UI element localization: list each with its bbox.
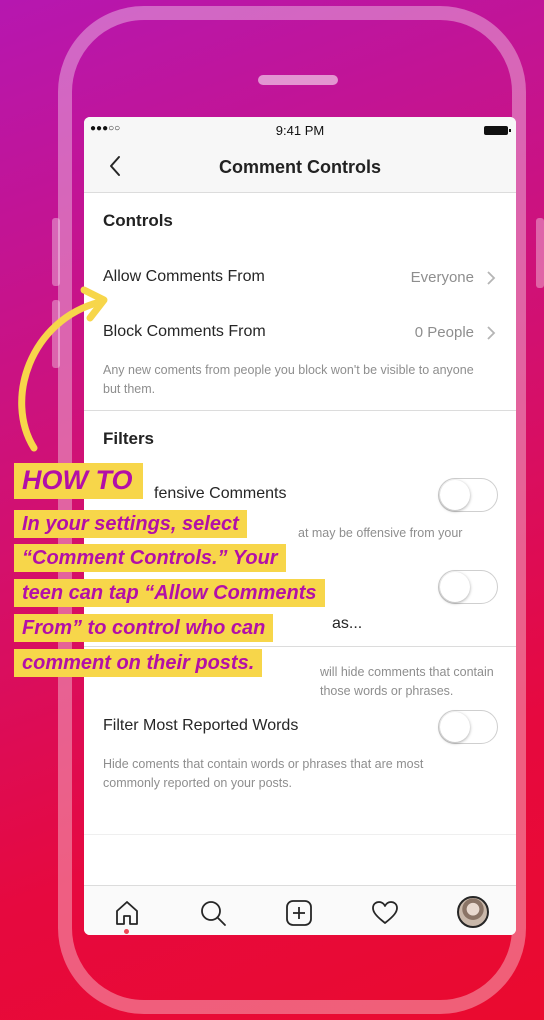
section-divider bbox=[84, 834, 516, 835]
notification-dot bbox=[124, 929, 129, 934]
tab-new-post[interactable] bbox=[284, 898, 314, 928]
manual-filter-label: as... bbox=[332, 615, 363, 632]
howto-line: teen can tap “Allow Comments bbox=[14, 579, 325, 607]
manual-filter-toggle[interactable] bbox=[438, 570, 498, 604]
allow-comments-value: Everyone bbox=[410, 269, 474, 286]
toggle-knob bbox=[440, 712, 470, 742]
search-icon bbox=[201, 901, 226, 926]
controls-section-title: Controls bbox=[103, 211, 173, 230]
howto-title: HOW TO bbox=[14, 463, 143, 499]
howto-line: comment on their posts. bbox=[14, 649, 263, 677]
section-divider bbox=[84, 646, 516, 647]
phone-speaker bbox=[258, 75, 338, 85]
most-reported-toggle[interactable] bbox=[438, 710, 498, 744]
tab-home[interactable] bbox=[112, 898, 142, 928]
add-post-icon bbox=[286, 900, 312, 926]
section-divider bbox=[84, 410, 516, 411]
manual-filter-description: will hide comments that contain those wo… bbox=[320, 665, 494, 698]
tab-search[interactable] bbox=[198, 898, 228, 928]
status-bar: ●●●○○ 9:41 PM bbox=[84, 117, 516, 143]
chevron-right-icon bbox=[487, 271, 496, 285]
toggle-knob bbox=[440, 480, 470, 510]
phone-volume-up bbox=[52, 218, 60, 286]
chevron-right-icon bbox=[487, 326, 496, 340]
tab-activity[interactable] bbox=[370, 898, 400, 928]
phone-power-button bbox=[536, 218, 544, 288]
most-reported-description: Hide coments that contain words or phras… bbox=[103, 757, 424, 790]
nav-bar: Comment Controls bbox=[84, 143, 516, 193]
status-time: 9:41 PM bbox=[275, 123, 325, 138]
howto-line: From” to control who can bbox=[14, 614, 274, 642]
block-comments-value: 0 People bbox=[414, 324, 474, 341]
block-comments-description: Any new coments from people you block wo… bbox=[103, 363, 474, 396]
page-title: Comment Controls bbox=[219, 157, 381, 177]
arrow-icon bbox=[18, 286, 108, 452]
battery-icon bbox=[484, 126, 511, 135]
hide-offensive-description: at may be offensive from your bbox=[298, 526, 463, 540]
most-reported-label: Filter Most Reported Words bbox=[103, 717, 299, 734]
howto-line: “Comment Controls.” Your bbox=[14, 544, 286, 572]
tab-bar bbox=[84, 885, 516, 935]
home-icon bbox=[116, 901, 138, 925]
howto-line: In your settings, select bbox=[14, 510, 247, 538]
hide-offensive-toggle[interactable] bbox=[438, 478, 498, 512]
toggle-knob bbox=[440, 572, 470, 602]
heart-icon bbox=[372, 901, 398, 924]
profile-avatar[interactable] bbox=[457, 896, 489, 928]
hide-offensive-label: fensive Comments bbox=[154, 485, 287, 502]
